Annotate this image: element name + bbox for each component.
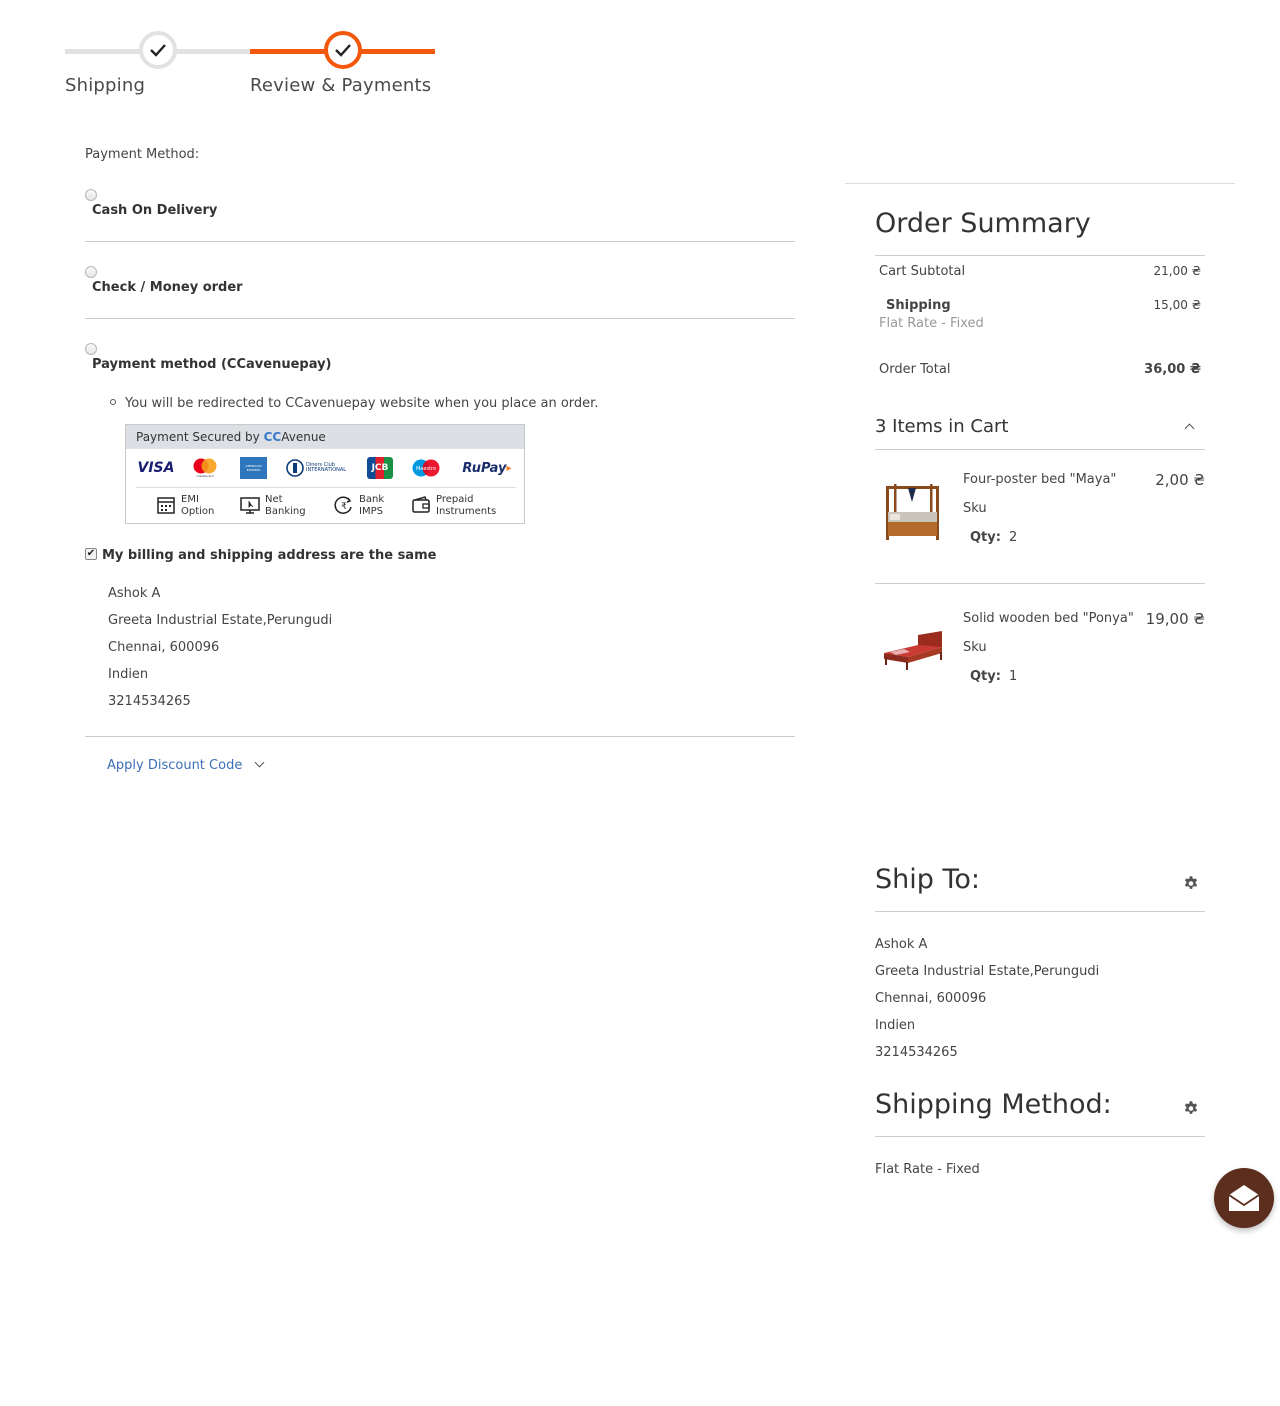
same-address-label[interactable]: My billing and shipping address are the … bbox=[102, 548, 436, 563]
product-sku: Sku bbox=[963, 640, 987, 655]
wallet-icon bbox=[412, 496, 430, 513]
radio-ccavenuepay[interactable] bbox=[85, 343, 97, 355]
ccavenue-logo-cc: CC bbox=[263, 430, 282, 444]
divider bbox=[875, 1136, 1205, 1137]
divider bbox=[85, 736, 795, 737]
divider bbox=[875, 583, 1205, 584]
monitor-icon bbox=[240, 497, 260, 514]
product-name[interactable]: Four-poster bed "Maya" bbox=[963, 472, 1116, 487]
payment-method-title: Payment Method: bbox=[85, 147, 200, 162]
ship-to-title: Ship To: bbox=[875, 864, 980, 895]
divider bbox=[875, 449, 1205, 450]
product-qty: Qty: 1 bbox=[970, 669, 1018, 684]
diners-club-logo: Diners Club INTERNATIONAL bbox=[284, 457, 350, 479]
ship-to-street: Greeta Industrial Estate,Perungudi bbox=[875, 964, 1100, 979]
cart-subtotal-label: Cart Subtotal bbox=[879, 264, 966, 279]
product-image-maya bbox=[886, 484, 939, 540]
method-label-ccavenue[interactable]: Payment method (CCavenuepay) bbox=[92, 357, 331, 372]
product-price: 2,00 ₴ bbox=[1155, 471, 1205, 489]
order-total-label: Order Total bbox=[879, 362, 951, 377]
billing-country: Indien bbox=[108, 667, 149, 682]
gear-icon[interactable] bbox=[1183, 1100, 1199, 1116]
billing-phone: 3214534265 bbox=[108, 694, 191, 709]
shipping-method-note: Flat Rate - Fixed bbox=[879, 316, 984, 331]
chevron-down-icon bbox=[254, 757, 265, 768]
ship-to-phone: 3214534265 bbox=[875, 1045, 958, 1060]
ccavenue-logo-avenue: Avenue bbox=[281, 430, 326, 444]
rupee-transfer-icon: ₹ bbox=[334, 496, 352, 514]
shipping-value: 15,00 ₴ bbox=[1153, 298, 1201, 312]
order-summary-title: Order Summary bbox=[875, 208, 1091, 239]
items-in-cart-toggle[interactable]: 3 Items in Cart bbox=[875, 416, 1008, 437]
gear-icon[interactable] bbox=[1183, 875, 1199, 891]
step-review-label: Review & Payments bbox=[250, 75, 432, 96]
divider bbox=[85, 241, 795, 242]
ship-to-city: Chennai, 600096 bbox=[875, 991, 987, 1006]
shipping-label: Shipping bbox=[886, 298, 951, 313]
divider bbox=[136, 487, 516, 488]
same-address-checkbox[interactable]: ✔ bbox=[85, 548, 97, 560]
jcb-logo: JCB bbox=[367, 457, 393, 479]
radio-check-money-order[interactable] bbox=[85, 266, 97, 278]
chevron-up-icon[interactable] bbox=[1184, 423, 1195, 434]
step-shipping-check-icon[interactable] bbox=[139, 31, 177, 69]
ship-to-country: Indien bbox=[875, 1018, 916, 1033]
billing-street: Greeta Industrial Estate,Perungudi bbox=[108, 613, 333, 628]
step-review-check-icon bbox=[324, 31, 362, 69]
ccavenue-header: Payment Secured by CCAvenue bbox=[126, 425, 524, 449]
shipping-method-title: Shipping Method: bbox=[875, 1089, 1112, 1120]
calendar-icon bbox=[157, 497, 175, 514]
divider bbox=[875, 911, 1205, 912]
svg-text:₹: ₹ bbox=[341, 502, 347, 512]
maestro-logo: Maestro bbox=[409, 457, 443, 479]
product-price: 19,00 ₴ bbox=[1145, 610, 1205, 628]
product-name[interactable]: Solid wooden bed "Ponya" bbox=[963, 611, 1134, 626]
divider bbox=[845, 183, 1235, 184]
divider bbox=[875, 255, 1205, 256]
ship-to-name: Ashok A bbox=[875, 937, 928, 952]
checkout-progress: Shipping Review & Payments bbox=[65, 14, 437, 96]
amex-logo: AMERICAN EXPRESS bbox=[240, 457, 267, 479]
visa-logo: VISA bbox=[137, 460, 175, 476]
shipping-method-value: Flat Rate - Fixed bbox=[875, 1162, 980, 1177]
contact-mail-button[interactable] bbox=[1214, 1168, 1274, 1228]
apply-discount-toggle[interactable]: Apply Discount Code bbox=[107, 757, 265, 773]
billing-city: Chennai, 600096 bbox=[108, 640, 220, 655]
product-qty: Qty: 2 bbox=[970, 530, 1018, 545]
redirect-note: You will be redirected to CCavenuepay we… bbox=[110, 396, 598, 411]
step-shipping-label[interactable]: Shipping bbox=[65, 75, 145, 96]
cart-subtotal-value: 21,00 ₴ bbox=[1153, 264, 1201, 278]
order-total-value: 36,00 ₴ bbox=[1144, 362, 1201, 377]
bullet-icon bbox=[110, 398, 116, 405]
radio-cash-on-delivery[interactable] bbox=[85, 189, 97, 201]
product-sku: Sku bbox=[963, 501, 987, 516]
ccavenue-banner: Payment Secured by CCAvenue VISA masterc… bbox=[125, 424, 525, 524]
card-logos: VISA mastercard AMERICAN EXPRESS Diners … bbox=[134, 455, 516, 483]
rupay-logo: RuPay ▸ bbox=[462, 460, 512, 476]
open-envelope-icon bbox=[1228, 1185, 1260, 1211]
svg-text:Maestro: Maestro bbox=[416, 466, 436, 472]
method-label-check[interactable]: Check / Money order bbox=[92, 280, 243, 295]
mastercard-logo: mastercard bbox=[190, 457, 220, 479]
billing-name: Ashok A bbox=[108, 586, 161, 601]
divider bbox=[85, 318, 795, 319]
product-image-ponya bbox=[884, 631, 942, 670]
method-label-cod[interactable]: Cash On Delivery bbox=[92, 203, 217, 218]
